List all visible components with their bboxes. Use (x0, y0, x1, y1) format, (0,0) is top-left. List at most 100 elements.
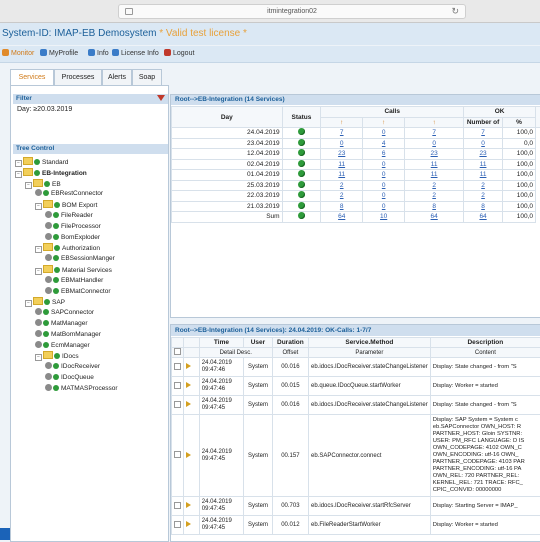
tab-processes[interactable]: Processes (54, 69, 102, 85)
ok-number-text[interactable]: 8 (481, 203, 485, 210)
row-checkbox[interactable] (174, 502, 181, 509)
menu-logout[interactable]: Logout (164, 49, 194, 57)
menu-myprofile[interactable]: MyProfile (40, 49, 78, 57)
row-select-cell[interactable] (172, 516, 184, 535)
calls-value[interactable]: 0 (363, 128, 405, 139)
select-all-checkbox[interactable] (174, 348, 181, 355)
ok-number-text[interactable]: 11 (480, 161, 487, 168)
calls-value-text[interactable]: 23 (338, 150, 345, 157)
calls-value[interactable]: 23 (405, 149, 464, 160)
tab-services[interactable]: Services (10, 69, 54, 86)
calls-value[interactable]: 0 (363, 180, 405, 191)
calls-value-text[interactable]: 7 (432, 129, 436, 136)
expand-toggle-icon[interactable]: − (25, 300, 32, 307)
row-select-cell[interactable] (172, 358, 184, 377)
tree-node[interactable]: MatBomManager (35, 330, 101, 339)
ok-number[interactable]: 23 (464, 149, 503, 160)
select-all-cell[interactable] (172, 348, 184, 358)
calls-value[interactable]: 64 (405, 212, 464, 223)
expand-cell[interactable] (184, 415, 200, 497)
tree-node[interactable]: MatManager (35, 319, 88, 328)
calls-value[interactable]: 11 (321, 159, 363, 170)
table-row[interactable]: 12.04.20192362323100,0 (172, 149, 540, 160)
ok-number[interactable]: 8 (464, 201, 503, 212)
calls-value-text[interactable]: 0 (382, 129, 386, 136)
calls-value[interactable]: 2 (405, 180, 464, 191)
table-row[interactable]: 24.04.2019 09:47:46System00.016eb.idocs.… (172, 358, 540, 377)
calls-value[interactable]: 0 (363, 191, 405, 202)
calls-value-text[interactable]: 0 (340, 140, 344, 147)
calls-value-text[interactable]: 8 (432, 203, 436, 210)
calls-value[interactable]: 4 (363, 138, 405, 149)
ok-number-text[interactable]: 2 (481, 182, 485, 189)
ok-number[interactable]: 11 (464, 170, 503, 181)
table-row[interactable]: 24.04.2019 09:47:45System00.016eb.idocs.… (172, 396, 540, 415)
calls-value[interactable]: 10 (363, 212, 405, 223)
reload-icon[interactable]: ↻ (451, 6, 459, 17)
tree-node[interactable]: MATMASProcessor (45, 384, 118, 393)
tree-node[interactable]: EBSessionManger (45, 254, 115, 263)
expand-cell[interactable] (184, 377, 200, 396)
table-row[interactable]: 21.03.20198088100,0 (172, 201, 540, 212)
calls-value[interactable]: 0 (363, 170, 405, 181)
ok-number[interactable]: 7 (464, 128, 503, 139)
expand-toggle-icon[interactable]: − (35, 354, 42, 361)
ok-number[interactable]: 2 (464, 191, 503, 202)
tree-node[interactable]: −IDocs (35, 351, 79, 361)
tab-soap[interactable]: Soap (132, 69, 162, 85)
calls-value[interactable]: 7 (405, 128, 464, 139)
menu-license-info[interactable]: License Info (112, 49, 159, 57)
row-checkbox[interactable] (174, 401, 181, 408)
ok-number-text[interactable]: 23 (479, 150, 486, 157)
table-row[interactable]: Sum64106464100,0 (172, 212, 540, 223)
expand-row-icon[interactable] (186, 502, 191, 508)
tree-node[interactable]: −Material Services (35, 265, 112, 275)
tree-node[interactable]: FileReader (45, 211, 93, 220)
tree-node[interactable]: −EB-Integration (15, 168, 87, 178)
calls-value-text[interactable]: 2 (340, 182, 344, 189)
calls-value-text[interactable]: 0 (432, 140, 436, 147)
expand-row-icon[interactable] (186, 382, 191, 388)
expand-toggle-icon[interactable]: − (25, 182, 32, 189)
expand-toggle-icon[interactable]: − (35, 203, 42, 210)
expand-row-icon[interactable] (186, 521, 191, 527)
row-select-cell[interactable] (172, 415, 184, 497)
tree-node[interactable]: −EB (25, 179, 61, 189)
expand-cell[interactable] (184, 516, 200, 535)
calls-value-text[interactable]: 8 (340, 203, 344, 210)
row-checkbox[interactable] (174, 382, 181, 389)
tree-node[interactable]: IDocReceiver (45, 362, 100, 371)
ok-number-text[interactable]: 7 (481, 129, 485, 136)
ok-number[interactable]: 0 (464, 138, 503, 149)
tree-node[interactable]: BomExploder (45, 233, 100, 242)
calls-value[interactable]: 2 (405, 191, 464, 202)
tree-node[interactable]: SAPConnector (35, 308, 94, 317)
row-select-cell[interactable] (172, 377, 184, 396)
table-row[interactable]: 24.04.2019 09:47:45System00.012eb.FileRe… (172, 516, 540, 535)
expand-toggle-icon[interactable]: − (15, 160, 22, 167)
tree-node[interactable]: −Standard (15, 157, 68, 167)
expand-toggle-icon[interactable]: − (35, 246, 42, 253)
ok-number-text[interactable]: 0 (481, 140, 485, 147)
expand-toggle-icon[interactable]: − (15, 171, 22, 178)
table-row[interactable]: 24.04.2019 09:47:45System00.157eb.SAPCon… (172, 415, 540, 497)
calls-value-text[interactable]: 10 (380, 213, 387, 220)
calls-value[interactable]: 0 (321, 138, 363, 149)
calls-value[interactable]: 0 (363, 159, 405, 170)
calls-value-text[interactable]: 11 (338, 161, 345, 168)
table-row[interactable]: 25.03.20192022100,0 (172, 180, 540, 191)
tree-node[interactable]: IDocQueue (45, 373, 94, 382)
row-checkbox[interactable] (174, 521, 181, 528)
calls-value-text[interactable]: 11 (338, 171, 345, 178)
calls-value-text[interactable]: 7 (340, 129, 344, 136)
table-row[interactable]: 02.04.20191101111100,0 (172, 159, 540, 170)
tree-node[interactable]: −SAP (25, 297, 65, 307)
calls-value[interactable]: 11 (405, 170, 464, 181)
row-checkbox[interactable] (174, 451, 181, 458)
calls-value[interactable]: 64 (321, 212, 363, 223)
calls-value-text[interactable]: 0 (382, 182, 386, 189)
ok-number-text[interactable]: 2 (481, 192, 485, 199)
calls-value[interactable]: 2 (321, 191, 363, 202)
row-checkbox[interactable] (174, 363, 181, 370)
table-row[interactable]: 24.04.2019 09:47:46System00.015eb.queue.… (172, 377, 540, 396)
